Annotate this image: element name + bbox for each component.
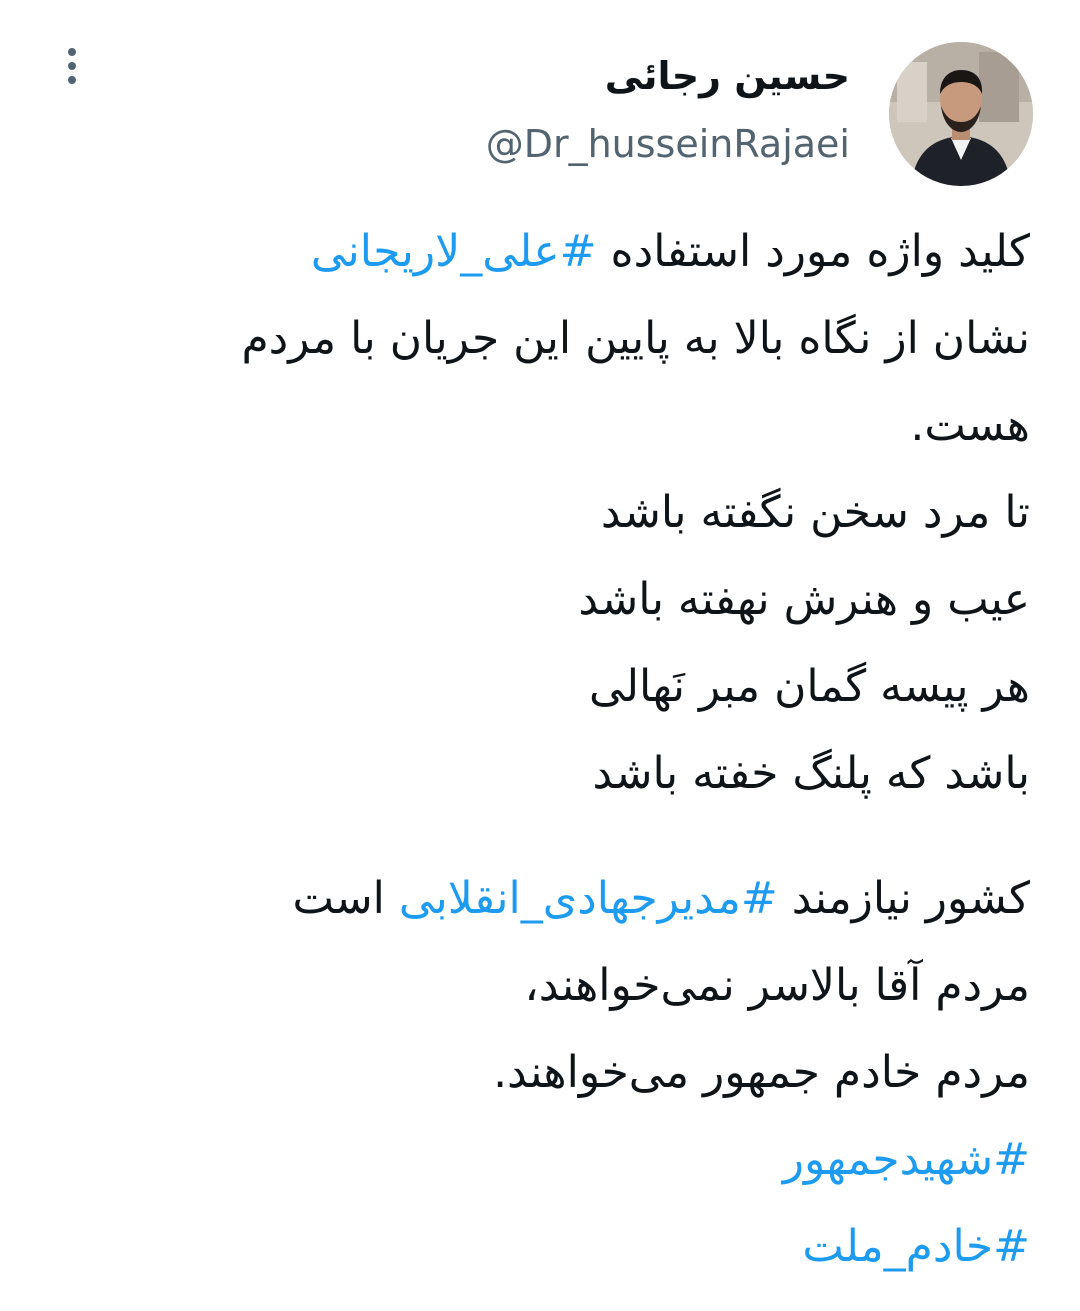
- tweet-line: تا مرد سخن نگفته باشد: [600, 487, 1030, 538]
- tweet-card: حسین رجائی @Dr_husseinRajaei کلید واژه م…: [0, 0, 1080, 1311]
- tweet-line: باشد که پلنگ خفته باشد: [592, 748, 1030, 799]
- hashtag-link[interactable]: #مدیرجهادی_انقلابی: [399, 873, 778, 924]
- hashtag-link[interactable]: #شهیدجمهور: [40, 1116, 1030, 1203]
- tweet-line: کشور نیازمند #مدیرجهادی_انقلابی است: [40, 855, 1030, 942]
- tweet-text-segment: است: [292, 873, 399, 924]
- author-name[interactable]: حسین رجائی: [605, 50, 850, 102]
- tweet-line: نشان از نگاه بالا به پایین این جریان با …: [241, 313, 1030, 364]
- profile-photo-icon[interactable]: [889, 42, 1033, 186]
- hashtag-link[interactable]: #علی_لاریجانی: [311, 226, 597, 277]
- tweet-line: هر پیسه گمان مبر نَهالی: [588, 661, 1030, 712]
- tweet-line: عیب و هنرش نهفته باشد: [578, 574, 1030, 625]
- more-options-icon[interactable]: [52, 40, 92, 92]
- tweet-text: کلید واژه مورد استفاده #علی_لاریجانی نشا…: [40, 208, 1030, 1290]
- hashtag-link[interactable]: #خادم_ملت: [40, 1203, 1030, 1290]
- more-dot: [68, 76, 76, 84]
- tweet-line: مردم خادم جمهور می‌خواهند.: [493, 1047, 1030, 1098]
- tweet-text-segment: کشور نیازمند: [777, 873, 1030, 924]
- author-handle[interactable]: @Dr_husseinRajaei: [486, 118, 850, 170]
- more-dot: [68, 48, 76, 56]
- more-dot: [68, 62, 76, 70]
- tweet-line: مردم آقا بالاسر نمی‌خواهند،: [524, 960, 1030, 1011]
- tweet-text-segment: کلید واژه مورد استفاده: [596, 226, 1030, 277]
- tweet-line: کلید واژه مورد استفاده #علی_لاریجانی: [40, 208, 1030, 295]
- tweet-line: هست.: [910, 400, 1030, 451]
